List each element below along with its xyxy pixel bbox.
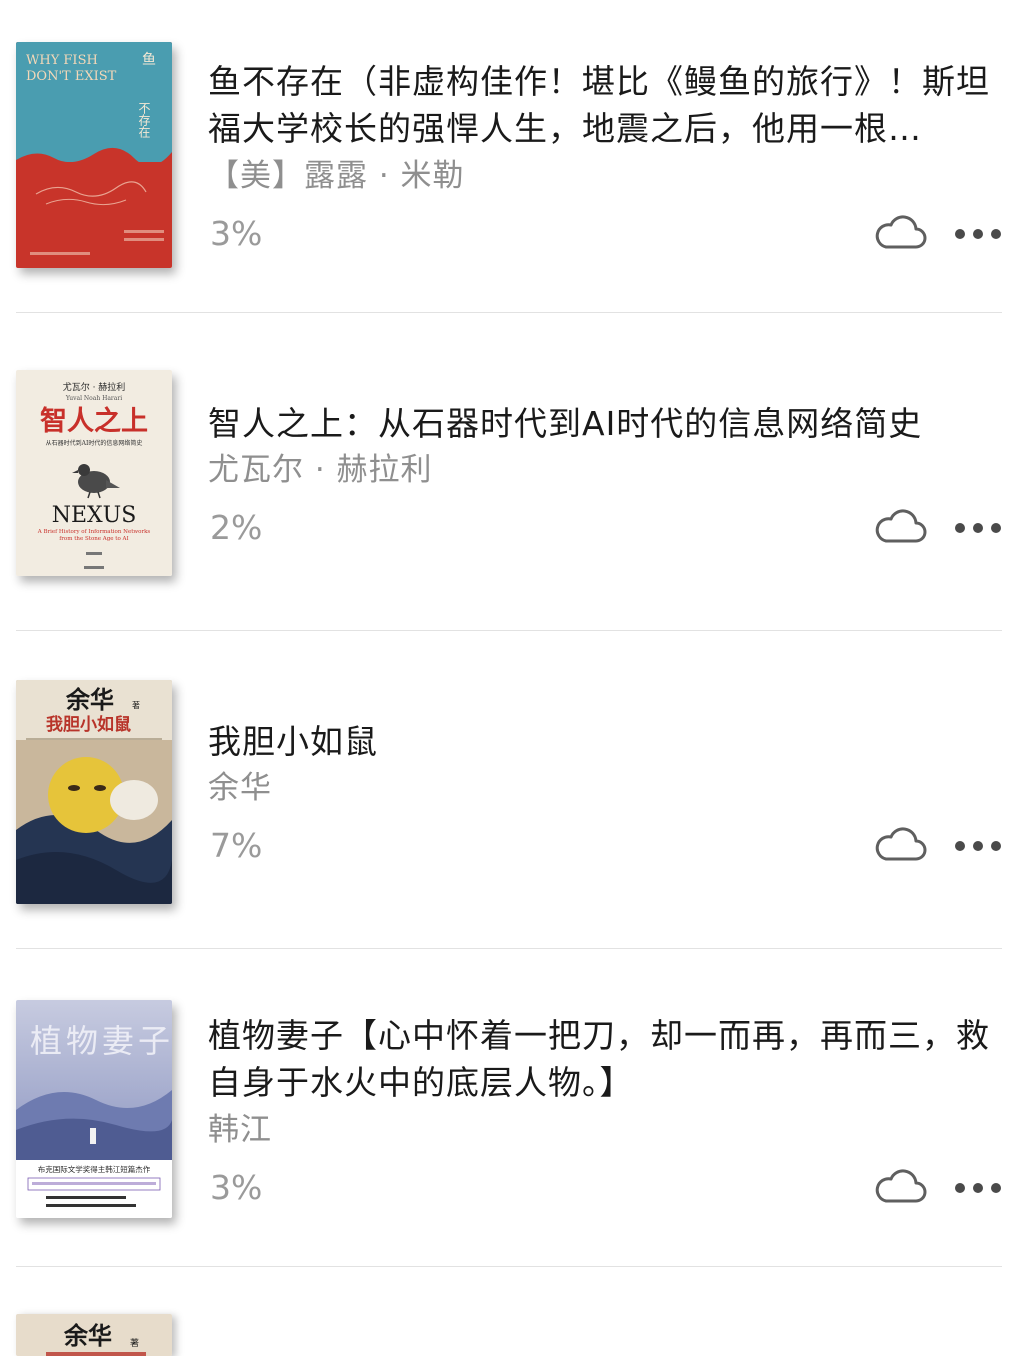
cover-title-en-2: DON'T EXIST	[26, 69, 117, 84]
cloud-download-button[interactable]	[872, 508, 928, 548]
cover-author-zh: 余华	[63, 1321, 112, 1350]
row-divider	[16, 1266, 1002, 1267]
cover-title-zh: 智人之上	[40, 405, 148, 437]
cover-subtitle-zh: 从石器时代到AI时代的信息网络简史	[46, 439, 143, 447]
figure-illustration	[90, 1128, 96, 1144]
cloud-icon	[875, 215, 927, 249]
book-cover-art: 余华 著 我胆小如鼠	[16, 680, 172, 904]
row-divider	[16, 630, 1002, 631]
more-horizontal-icon	[955, 841, 1001, 851]
reading-progress: 2%	[210, 508, 263, 547]
cover-subtitle-en-1: A Brief History of Information Networks	[37, 529, 151, 535]
reading-progress: 3%	[210, 1168, 263, 1207]
book-author: 余华	[208, 770, 272, 806]
cover-title-zh: 植物妻子	[30, 1022, 172, 1060]
more-options-button[interactable]	[950, 834, 1006, 858]
row-divider	[16, 312, 1002, 313]
cover-author-zh: 尤瓦尔 · 赫拉利	[63, 381, 126, 393]
book-cover-art: 植物妻子 布克国际文学奖得主韩江短篇杰作	[16, 1000, 172, 1218]
row-divider	[16, 948, 1002, 949]
cover-author-suffix: 著	[132, 700, 140, 710]
book-author: 尤瓦尔 · 赫拉利	[208, 452, 433, 488]
book-title[interactable]: 植物妻子【心中怀着一把刀，却一而再，再而三，救自身于水火中的底层人物。】	[208, 1012, 998, 1106]
cloud-download-button[interactable]	[872, 1168, 928, 1208]
cover-title-en-1: WHY FISH	[26, 53, 98, 68]
book-title[interactable]: 我胆小如鼠	[208, 718, 998, 765]
cover-title-zh-2: 不存在	[137, 102, 151, 138]
book-cover-art: 尤瓦尔 · 赫拉利 Yuval Noah Harari 智人之上 从石器时代到A…	[16, 370, 172, 576]
bookshelf-list: WHY FISH DON'T EXIST 鱼 不存在 鱼不存在（非虚构佳作！堪比…	[0, 0, 1017, 1356]
more-horizontal-icon	[955, 523, 1001, 533]
more-horizontal-icon	[955, 229, 1001, 239]
book-cover[interactable]: 余华 著 我胆小如鼠	[16, 680, 172, 904]
more-options-button[interactable]	[950, 516, 1006, 540]
cloud-download-button[interactable]	[872, 826, 928, 866]
reading-progress: 7%	[210, 826, 263, 865]
cover-subtitle-en-2: from the Stone Age to AI	[59, 536, 128, 542]
more-options-button[interactable]	[950, 1176, 1006, 1200]
cover-title-zh: 我胆小如鼠	[46, 714, 131, 735]
cloud-icon	[875, 827, 927, 861]
book-cover[interactable]: WHY FISH DON'T EXIST 鱼 不存在	[16, 42, 172, 268]
reading-progress: 3%	[210, 214, 263, 253]
cloud-download-button[interactable]	[872, 214, 928, 254]
book-author: 韩江	[208, 1112, 272, 1148]
book-author: 【美】露露 · 米勒	[208, 158, 465, 194]
more-options-button[interactable]	[950, 222, 1006, 246]
cloud-icon	[875, 509, 927, 543]
cover-author-en: Yuval Noah Harari	[65, 395, 122, 402]
book-cover-art: 余华 著	[16, 1314, 172, 1356]
cover-blurb: 布克国际文学奖得主韩江短篇杰作	[38, 1164, 151, 1174]
more-horizontal-icon	[955, 1183, 1001, 1193]
book-title[interactable]: 智人之上：从石器时代到AI时代的信息网络简史	[208, 400, 998, 447]
book-cover[interactable]: 植物妻子 布克国际文学奖得主韩江短篇杰作	[16, 1000, 172, 1218]
book-title[interactable]: 鱼不存在（非虚构佳作！堪比《鳗鱼的旅行》！斯坦福大学校长的强悍人生，地震之后，他…	[208, 58, 998, 152]
book-cover[interactable]: 尤瓦尔 · 赫拉利 Yuval Noah Harari 智人之上 从石器时代到A…	[16, 370, 172, 576]
book-cover-art: WHY FISH DON'T EXIST 鱼 不存在	[16, 42, 172, 268]
cover-title-zh-1: 鱼	[142, 51, 156, 68]
cloud-icon	[875, 1169, 927, 1203]
cover-title-en: NEXUS	[52, 503, 137, 528]
cover-author-suffix: 著	[130, 1337, 139, 1349]
book-cover[interactable]: 余华 著	[16, 1314, 172, 1356]
cover-author-zh: 余华	[65, 685, 114, 714]
